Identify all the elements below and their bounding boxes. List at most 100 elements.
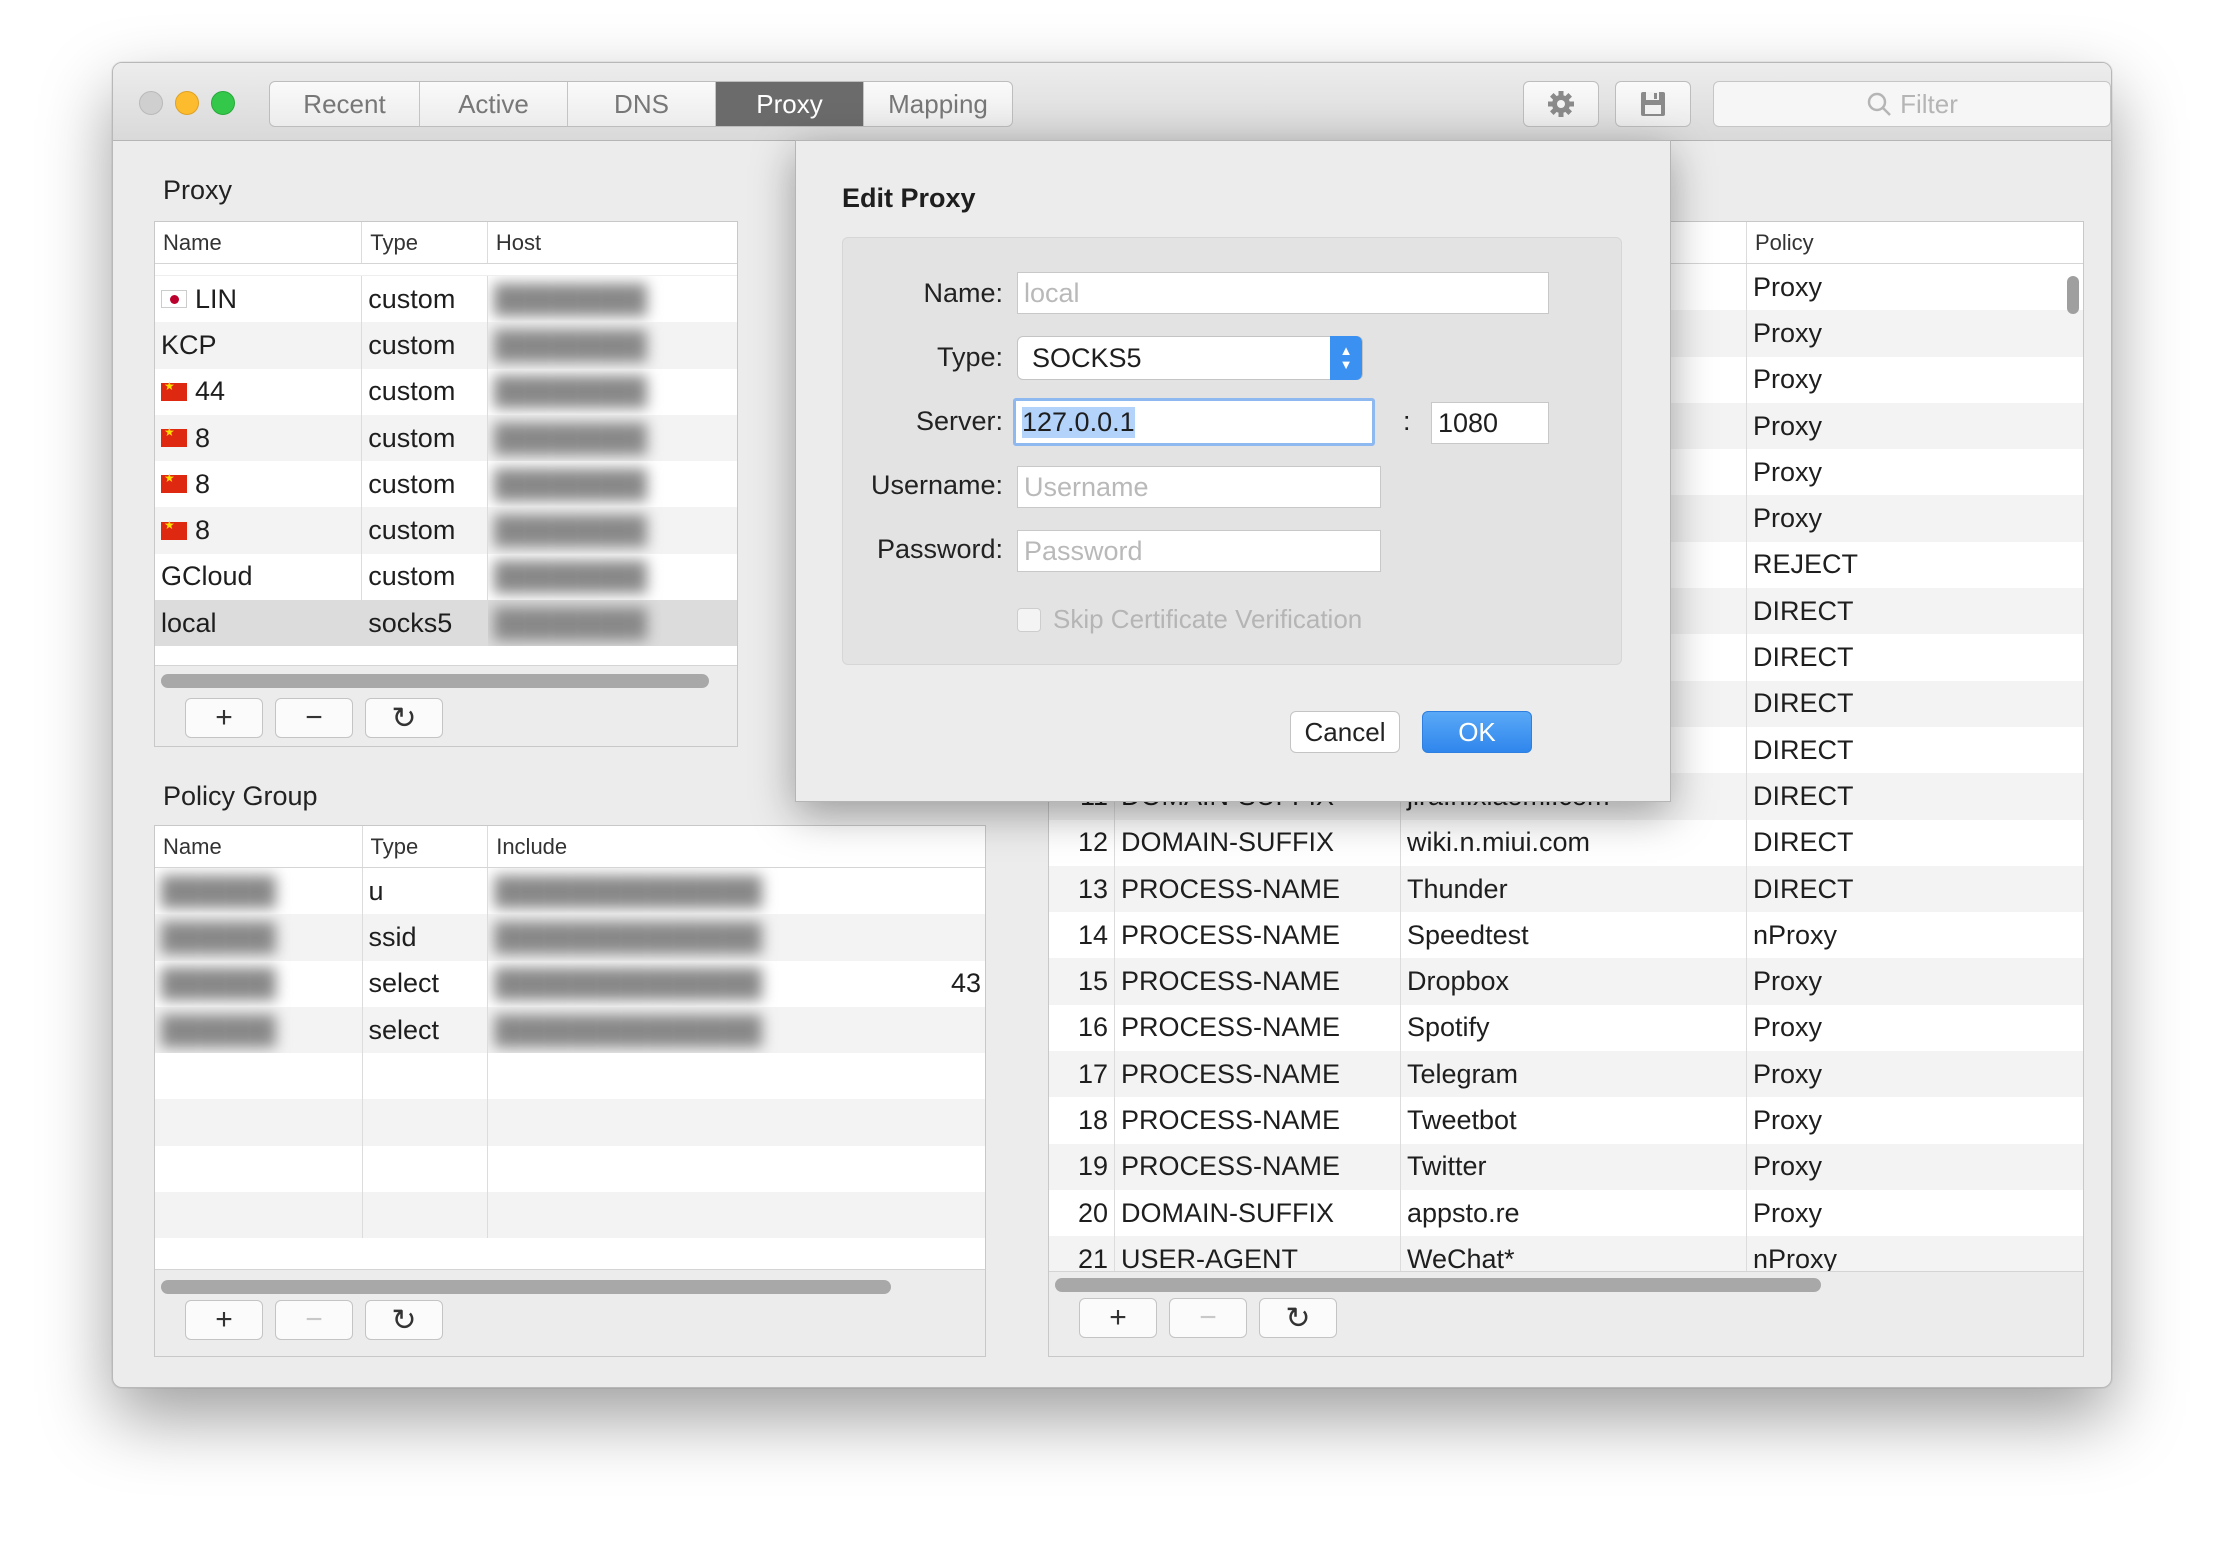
table-row[interactable]: 17 PROCESS-NAME Telegram Proxy: [1049, 1051, 2083, 1098]
table-row[interactable]: 18 PROCESS-NAME Tweetbot Proxy: [1049, 1097, 2083, 1144]
tab-mapping[interactable]: Mapping: [864, 82, 1012, 126]
column-name[interactable]: Name: [155, 222, 363, 263]
policy-group-table: Name Type Include ██████ u █████████████…: [155, 826, 985, 1270]
flag-icon: [161, 518, 187, 540]
ok-button[interactable]: OK: [1422, 711, 1532, 753]
table-row[interactable]: 20 DOMAIN-SUFFIX appsto.re Proxy: [1049, 1189, 2083, 1237]
server-value: 127.0.0.1: [1022, 406, 1135, 438]
settings-button[interactable]: [1523, 81, 1599, 127]
server-field[interactable]: 127.0.0.1: [1013, 398, 1375, 446]
table-row[interactable]: 15 PROCESS-NAME Dropbox Proxy: [1049, 958, 2083, 1005]
name-field[interactable]: local: [1017, 272, 1549, 314]
proxy-type: custom: [362, 553, 488, 601]
dialog-form-box: Name: local Type: SOCKS5 ▲ ▼ Server: 127.…: [842, 237, 1622, 665]
skip-cert-checkbox[interactable]: Skip Certificate Verification: [1017, 604, 1362, 635]
refresh-proxy-button[interactable]: ↻: [365, 698, 443, 738]
column-policy[interactable]: Policy: [1747, 222, 2065, 263]
table-row[interactable]: 19 PROCESS-NAME Twitter Proxy: [1049, 1143, 2083, 1190]
rule-policy: Proxy: [1753, 1104, 1823, 1135]
remove-proxy-button[interactable]: −: [275, 698, 353, 738]
rule-policy: nProxy: [1753, 1243, 1838, 1272]
filter-search-field[interactable]: Filter: [1713, 81, 2111, 127]
table-row[interactable]: local socks5 ████████: [155, 600, 737, 647]
tab-proxy[interactable]: Proxy: [716, 82, 864, 126]
table-row[interactable]: 13 PROCESS-NAME Thunder DIRECT: [1049, 865, 2083, 913]
remove-rule-button[interactable]: −: [1169, 1298, 1247, 1338]
proxy-horizontal-scrollbar[interactable]: [161, 674, 709, 688]
rule-type: PROCESS-NAME: [1115, 1097, 1401, 1144]
table-row[interactable]: 8 custom ████████: [155, 414, 737, 462]
table-row[interactable]: 21 USER-AGENT WeChat* nProxy: [1049, 1236, 2083, 1272]
refresh-policy-group-button[interactable]: ↻: [365, 1300, 443, 1340]
table-row[interactable]: 8 custom ████████: [155, 461, 737, 508]
table-row[interactable]: 16 PROCESS-NAME Spotify Proxy: [1049, 1004, 2083, 1052]
tab-dns[interactable]: DNS: [568, 82, 716, 126]
save-button[interactable]: [1615, 81, 1691, 127]
table-row[interactable]: ██████ select ██████████████: [155, 1006, 985, 1054]
group-type: select: [363, 1006, 489, 1054]
policy-group-table-header: Name Type Include: [155, 826, 985, 868]
column-include[interactable]: Include: [488, 826, 985, 867]
password-field[interactable]: Password: [1017, 530, 1381, 572]
rules-vertical-scrollbar[interactable]: [2067, 276, 2079, 314]
proxy-name: KCP: [161, 329, 217, 360]
proxy-type: custom: [362, 414, 488, 462]
column-name[interactable]: Name: [155, 826, 363, 867]
rule-policy: Proxy: [1753, 410, 1823, 441]
close-button[interactable]: [139, 91, 163, 115]
proxy-host-redacted: ████████: [493, 329, 647, 360]
rule-policy: Proxy: [1753, 317, 1823, 348]
group-name-redacted: ██████: [161, 921, 276, 952]
table-row[interactable]: 8 custom ████████: [155, 507, 737, 554]
add-rule-button[interactable]: +: [1079, 1298, 1157, 1338]
table-row[interactable]: 44 custom ████████: [155, 368, 737, 415]
port-field[interactable]: 1080: [1431, 402, 1549, 444]
table-row[interactable]: LIN custom ████████: [155, 276, 737, 323]
username-field[interactable]: Username: [1017, 466, 1381, 508]
proxy-panel: Name Type Host LIN custom ████████ KCP c…: [154, 221, 738, 747]
proxy-type: custom: [362, 322, 488, 369]
rule-policy: DIRECT: [1753, 780, 1854, 811]
column-host[interactable]: Host: [488, 222, 737, 263]
rule-number: 18: [1049, 1097, 1115, 1144]
table-row[interactable]: ██████ ssid ██████████████: [155, 914, 985, 961]
port-separator: :: [1403, 406, 1411, 436]
rule-type: PROCESS-NAME: [1115, 1004, 1401, 1052]
filter-placeholder: Filter: [1900, 88, 1958, 119]
rules-horizontal-scrollbar[interactable]: [1055, 1278, 1821, 1292]
refresh-rule-button[interactable]: ↻: [1259, 1298, 1337, 1338]
table-row[interactable]: ██████ u ██████████████: [155, 868, 985, 915]
add-icon: +: [1109, 1301, 1127, 1334]
remove-icon: −: [305, 1303, 323, 1336]
proxy-type: custom: [362, 507, 488, 554]
rule-policy: Proxy: [1753, 503, 1823, 534]
table-row[interactable]: 12 DOMAIN-SUFFIX wiki.n.miui.com DIRECT: [1049, 819, 2083, 866]
add-policy-group-button[interactable]: +: [185, 1300, 263, 1340]
tab-active[interactable]: Active: [420, 82, 568, 126]
group-include-redacted: ██████████████: [494, 1014, 763, 1045]
rule-policy: DIRECT: [1753, 734, 1854, 765]
table-row[interactable]: ██████ select ██████████████ 43: [155, 960, 985, 1007]
minimize-button[interactable]: [175, 91, 199, 115]
column-type[interactable]: Type: [362, 222, 488, 263]
rule-policy: Proxy: [1753, 1058, 1823, 1089]
add-proxy-button[interactable]: +: [185, 698, 263, 738]
cancel-button[interactable]: Cancel: [1290, 711, 1400, 753]
policy-group-horizontal-scrollbar[interactable]: [161, 1280, 891, 1294]
toolbar: Recent Active DNS Proxy Mapping Filter: [113, 63, 2111, 141]
rule-value: appsto.re: [1401, 1189, 1747, 1237]
type-popup[interactable]: SOCKS5 ▲ ▼: [1017, 336, 1363, 380]
column-type[interactable]: Type: [363, 826, 489, 867]
rule-policy: DIRECT: [1753, 642, 1854, 673]
table-row[interactable]: GCloud custom ████████: [155, 553, 737, 601]
tab-recent[interactable]: Recent: [270, 82, 420, 126]
remove-policy-group-button[interactable]: −: [275, 1300, 353, 1340]
table-row[interactable]: KCP custom ████████: [155, 322, 737, 369]
policy-group-rows: ██████ u ██████████████ ██████ ssid ████…: [155, 868, 985, 1239]
rule-number: 13: [1049, 865, 1115, 913]
table-row[interactable]: 14 PROCESS-NAME Speedtest nProxy: [1049, 912, 2083, 959]
zoom-button[interactable]: [211, 91, 235, 115]
proxy-name: 8: [195, 422, 211, 453]
group-name-redacted: ██████: [161, 875, 276, 906]
rule-number: 17: [1049, 1051, 1115, 1098]
